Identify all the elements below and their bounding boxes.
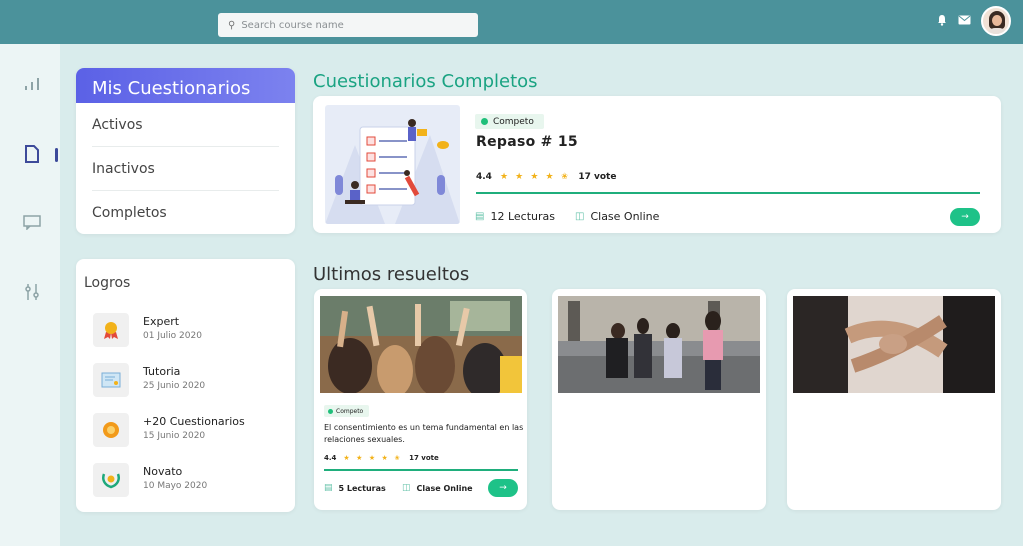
menu-item-inactivos[interactable]: Inactivos xyxy=(92,147,279,191)
top-bar: ⚲ Search course name xyxy=(0,0,1023,44)
classroom-photo xyxy=(320,296,522,393)
document-icon[interactable] xyxy=(20,145,44,169)
top-icons xyxy=(936,6,1011,36)
lecturas-meta: ▤ 5 Lecturas xyxy=(324,483,386,493)
laurel-icon xyxy=(93,463,129,497)
logro-name: Tutoria xyxy=(143,365,181,378)
logro-date: 10 Mayo 2020 xyxy=(143,481,208,491)
search-input[interactable]: ⚲ Search course name xyxy=(218,13,478,37)
status-badge-label: Competo xyxy=(336,407,364,415)
ultimos-heading: Ultimos resueltos xyxy=(313,264,470,285)
chat-icon[interactable] xyxy=(20,214,44,238)
star-rating-icon: ★ ★ ★ ★ ✬ xyxy=(499,172,571,182)
status-dot-icon xyxy=(328,408,333,414)
bar-chart-icon[interactable] xyxy=(20,76,44,100)
mis-cuestionarios-panel: Mis Cuestionarios Activos Inactivos Comp… xyxy=(76,68,295,234)
search-icon: ⚲ xyxy=(228,19,236,31)
status-dot-icon xyxy=(481,118,488,125)
vote-count: 17 vote xyxy=(409,454,439,462)
logro-date: 25 Junio 2020 xyxy=(143,381,206,391)
rating-value: 4.4 xyxy=(324,454,337,462)
panel-title: Mis Cuestionarios xyxy=(76,68,295,103)
sliders-icon[interactable] xyxy=(20,283,44,307)
clase-meta: ◫ Clase Online xyxy=(575,210,659,223)
divider xyxy=(324,469,518,471)
logros-panel: Logros Expert 01 Julio 2020 Tutoria 25 J… xyxy=(76,259,295,512)
quiz-rating: 4.4 ★ ★ ★ ★ ✬ 17 vote xyxy=(476,172,616,182)
lecturas-count: 12 Lecturas xyxy=(490,210,555,223)
lecturas-count: 5 Lecturas xyxy=(338,483,386,493)
class-icon: ◫ xyxy=(402,483,411,493)
menu-item-completos[interactable]: Completos xyxy=(92,191,279,234)
book-icon: ▤ xyxy=(324,483,333,493)
logro-date: 01 Julio 2020 xyxy=(143,331,202,341)
quiz-title: Repaso # 15 xyxy=(476,134,578,150)
star-rating-icon: ★ ★ ★ ★ ✬ xyxy=(343,454,403,462)
logro-item[interactable]: Novato 10 Mayo 2020 xyxy=(93,461,283,501)
result-description: El consentimiento es un tema fundamental… xyxy=(324,423,524,444)
status-badge: Competo xyxy=(475,114,544,129)
logro-name: +20 Cuestionarios xyxy=(143,415,245,428)
logro-name: Novato xyxy=(143,465,183,478)
go-button[interactable]: → xyxy=(488,479,518,497)
vote-count: 17 vote xyxy=(578,172,617,182)
logro-item[interactable]: Expert 01 Julio 2020 xyxy=(93,311,283,351)
clase-label: Clase Online xyxy=(416,483,473,493)
result-card[interactable] xyxy=(552,289,766,510)
search-placeholder: Search course name xyxy=(241,19,344,31)
hands-photo xyxy=(793,296,995,393)
mail-icon[interactable] xyxy=(958,14,971,28)
go-button[interactable]: → xyxy=(950,208,980,226)
avatar[interactable] xyxy=(981,6,1011,36)
logro-date: 15 Junio 2020 xyxy=(143,431,206,441)
book-icon: ▤ xyxy=(475,211,485,222)
status-badge: Competo xyxy=(324,405,370,417)
active-indicator xyxy=(55,148,58,162)
logro-item[interactable]: Tutoria 25 Junio 2020 xyxy=(93,361,283,401)
clase-label: Clase Online xyxy=(590,210,660,223)
logro-name: Expert xyxy=(143,315,180,328)
result-card[interactable] xyxy=(787,289,1001,510)
logros-title: Logros xyxy=(84,275,131,291)
result-card[interactable]: Competo El consentimiento es un tema fun… xyxy=(314,289,527,510)
class-icon: ◫ xyxy=(575,211,585,222)
quiz-illustration xyxy=(325,105,460,224)
clase-meta: ◫ Clase Online xyxy=(402,483,473,493)
completed-quiz-card[interactable]: Competo Repaso # 15 4.4 ★ ★ ★ ★ ✬ 17 vot… xyxy=(313,96,1001,233)
divider xyxy=(476,192,980,194)
certificate-icon xyxy=(93,363,129,397)
medal-icon xyxy=(93,313,129,347)
coin-icon xyxy=(93,413,129,447)
logro-item[interactable]: +20 Cuestionarios 15 Junio 2020 xyxy=(93,411,283,451)
bell-icon[interactable] xyxy=(936,14,948,29)
status-badge-label: Competo xyxy=(493,116,534,127)
rating-value: 4.4 xyxy=(476,172,492,182)
completos-heading: Cuestionarios Completos xyxy=(313,71,538,92)
lecturas-meta: ▤ 12 Lecturas xyxy=(475,210,555,223)
street-photo xyxy=(558,296,760,393)
menu-item-activos[interactable]: Activos xyxy=(92,103,279,147)
result-rating: 4.4 ★ ★ ★ ★ ✬ 17 vote xyxy=(324,454,439,462)
